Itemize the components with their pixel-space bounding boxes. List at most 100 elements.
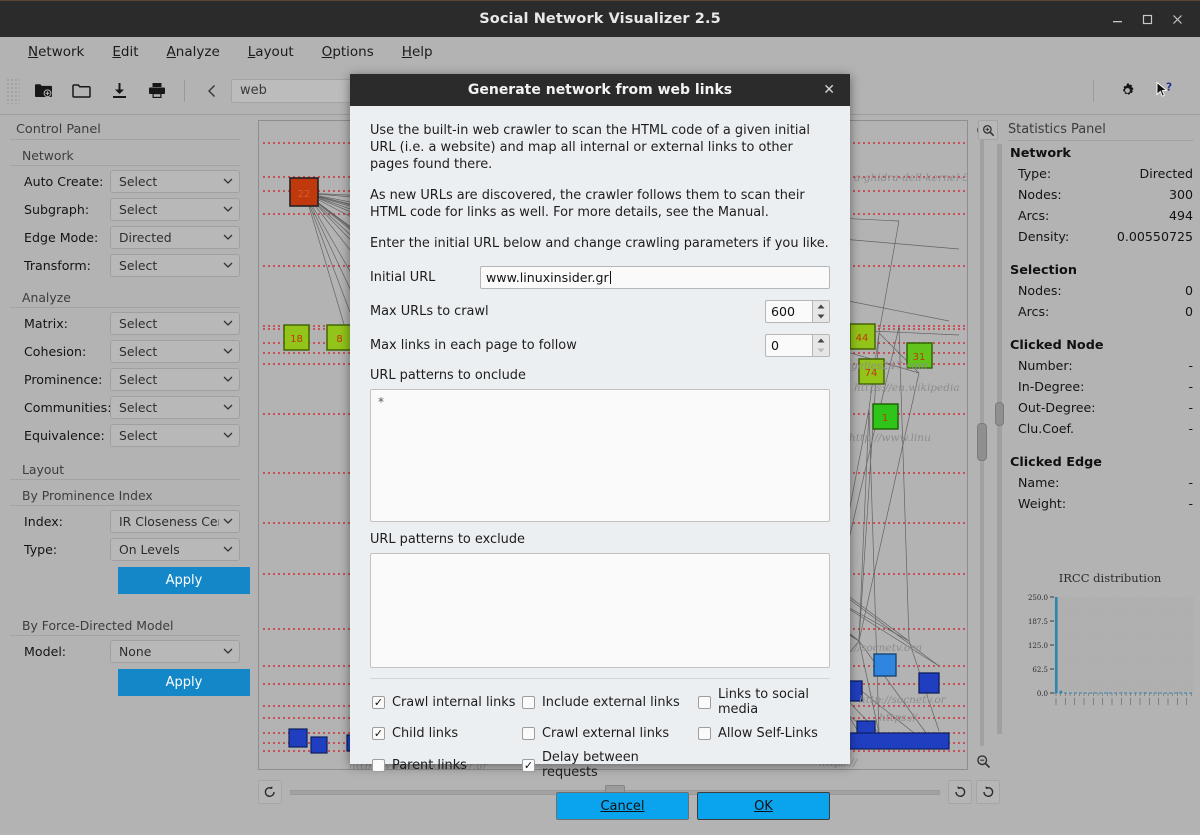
checkbox-box[interactable] — [372, 727, 385, 740]
whats-this-help-icon[interactable]: ? — [1146, 73, 1184, 109]
checkbox-box[interactable] — [372, 696, 385, 709]
menu-options[interactable]: Options — [308, 41, 388, 63]
canvas-vertical-scrollbar[interactable] — [975, 138, 989, 746]
gear-icon[interactable] — [1108, 73, 1146, 109]
checkbox-box[interactable] — [372, 759, 385, 772]
row-cohesion: Cohesion: Select — [10, 338, 240, 364]
select-subgraph[interactable]: Select — [110, 198, 240, 221]
checkbox-child-links[interactable]: Child links — [372, 726, 522, 741]
maximize-icon[interactable] — [1132, 5, 1162, 35]
max-urls-value[interactable]: 600 — [765, 300, 812, 323]
cancel-button-label: Cancel — [600, 799, 644, 814]
spin-up-icon[interactable] — [813, 301, 829, 312]
initial-url-label: Initial URL — [370, 270, 480, 285]
spin-down-icon[interactable] — [813, 312, 829, 323]
select-transform[interactable]: Select — [110, 254, 240, 277]
select-index[interactable]: IR Closeness Centrali — [110, 510, 240, 533]
max-links-value[interactable]: 0 — [765, 334, 812, 357]
apply-force-button[interactable]: Apply — [118, 669, 250, 696]
select-equivalence-value: Select — [119, 428, 157, 443]
stat-value: 0 — [1185, 281, 1193, 300]
stat-key: Weight: — [1018, 494, 1066, 513]
save-download-icon[interactable] — [100, 73, 138, 109]
include-patterns-textarea[interactable]: * — [370, 389, 830, 522]
rotate-left-button[interactable] — [258, 780, 282, 804]
spin-down-icon[interactable] — [813, 346, 829, 357]
max-links-stepper[interactable]: 0 — [765, 334, 830, 357]
close-icon[interactable] — [1162, 5, 1192, 35]
svg-text:250.0: 250.0 — [1028, 594, 1048, 602]
spin-up-icon[interactable] — [813, 335, 829, 346]
minimize-icon[interactable] — [1102, 5, 1132, 35]
checkbox-box[interactable] — [698, 696, 711, 709]
dialog-paragraph-2: As new URLs are discovered, the crawler … — [370, 187, 830, 221]
checkbox-include-external-links[interactable]: Include external links — [522, 695, 698, 710]
select-prominence[interactable]: Select — [110, 368, 240, 391]
menu-edit[interactable]: Edit — [98, 41, 152, 63]
checkbox-crawl-internal-links[interactable]: Crawl internal links — [372, 695, 522, 710]
select-edge-mode[interactable]: Directed — [110, 226, 240, 249]
checkbox-links-to-social-media[interactable]: Links to social media — [698, 687, 830, 717]
select-cohesion[interactable]: Select — [110, 340, 240, 363]
stat-value: - — [1188, 356, 1193, 375]
new-network-icon[interactable] — [24, 73, 62, 109]
stat-value: Directed — [1140, 164, 1193, 183]
scrollbar-thumb[interactable] — [977, 423, 987, 461]
stat-value: 0.00550725 — [1117, 227, 1193, 246]
menu-analyze[interactable]: Analyze — [153, 41, 234, 63]
select-auto-create[interactable]: Select — [110, 170, 240, 193]
checkbox-box[interactable] — [522, 759, 535, 772]
stat-row: Type: Directed — [1008, 163, 1194, 184]
menu-help[interactable]: Help — [388, 41, 447, 63]
statistics-scrollbar[interactable] — [997, 144, 1002, 734]
svg-text:125.0: 125.0 — [1028, 642, 1048, 650]
close-icon[interactable]: ✕ — [818, 74, 840, 106]
stat-row: Nodes: 300 — [1008, 184, 1194, 205]
initial-url-input[interactable]: www.linuxinsider.gr — [480, 266, 830, 289]
canvas-zoom-out-button[interactable] — [972, 750, 994, 772]
checkbox-box[interactable] — [698, 727, 711, 740]
toolbar-drag-handle[interactable] — [6, 78, 20, 104]
checkbox-parent-links[interactable]: Parent links — [372, 758, 522, 773]
group-title-selection: Selection — [1010, 263, 1194, 278]
checkbox-delay-between-requests[interactable]: Delay between requests — [522, 750, 698, 780]
exclude-patterns-label: URL patterns to exclude — [370, 532, 830, 547]
cancel-button[interactable]: Cancel — [556, 792, 689, 820]
max-urls-stepper[interactable]: 600 — [765, 300, 830, 323]
select-communities[interactable]: Select — [110, 396, 240, 419]
menu-layout[interactable]: Layout — [234, 41, 308, 63]
chevron-left-icon[interactable] — [193, 73, 231, 109]
exclude-patterns-textarea[interactable] — [370, 553, 830, 668]
print-icon[interactable] — [138, 73, 176, 109]
select-type[interactable]: On Levels — [110, 538, 240, 561]
scrollbar-thumb[interactable] — [995, 402, 1004, 426]
statistics-zoom-button[interactable] — [978, 120, 998, 140]
checkbox-box[interactable] — [522, 727, 535, 740]
window-controls — [1102, 1, 1192, 38]
max-urls-spin-buttons[interactable] — [812, 300, 830, 323]
chevron-down-icon — [223, 374, 233, 384]
svg-text:0.0: 0.0 — [1037, 690, 1048, 698]
select-matrix[interactable]: Select — [110, 312, 240, 335]
ok-button[interactable]: OK — [697, 792, 830, 820]
reset-rotation-button[interactable] — [976, 780, 1000, 804]
menu-network[interactable]: NNetworketwork — [14, 41, 98, 63]
select-equivalence[interactable]: Select — [110, 424, 240, 447]
checkbox-crawl-external-links[interactable]: Crawl external links — [522, 726, 698, 741]
row-auto-create: Auto Create: Select — [10, 168, 240, 194]
rotate-right-button[interactable] — [948, 780, 972, 804]
stat-key: In-Degree: — [1018, 377, 1084, 396]
checkbox-allow-self-links[interactable]: Allow Self-Links — [698, 726, 830, 741]
stat-row: Number: - — [1008, 355, 1194, 376]
apply-prominence-button[interactable]: Apply — [118, 567, 250, 594]
chevron-down-icon — [223, 544, 233, 554]
row-equivalence: Equivalence: Select — [10, 422, 240, 448]
select-model[interactable]: None — [110, 640, 240, 663]
initial-url-row: Initial URL www.linuxinsider.gr — [370, 266, 830, 289]
svg-text:8: 8 — [336, 334, 342, 345]
max-links-spin-buttons[interactable] — [812, 334, 830, 357]
checkbox-box[interactable] — [522, 696, 535, 709]
row-model: Model: None — [10, 638, 240, 664]
stat-row: Density: 0.00550725 — [1008, 226, 1194, 247]
open-folder-icon[interactable] — [62, 73, 100, 109]
